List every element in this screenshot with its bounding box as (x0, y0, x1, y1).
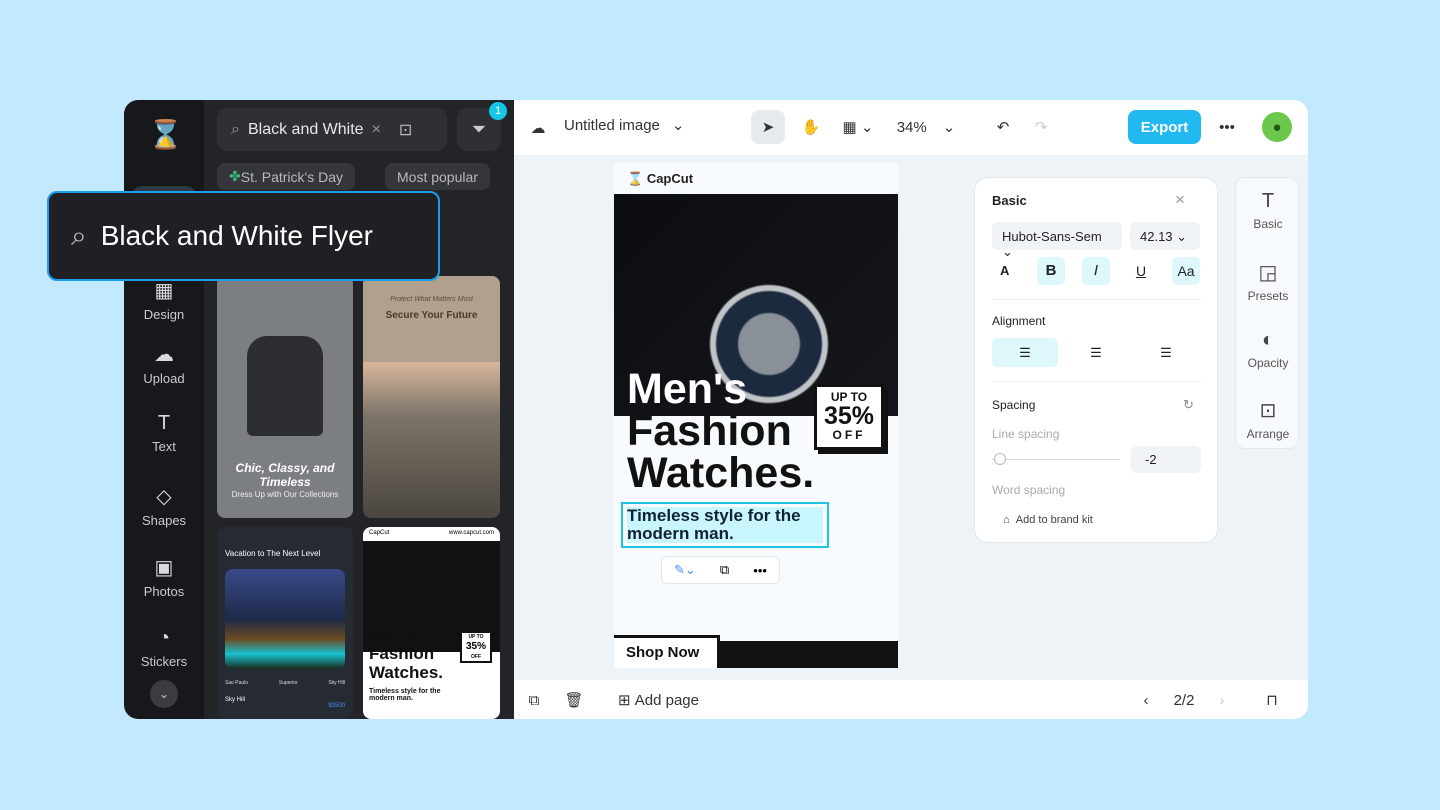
shop-now-button: Shop Now (614, 635, 720, 668)
text-context-toolbar: ✎⌄ ⧉ ••• (661, 556, 780, 584)
tab-arrange[interactable]: ⊡ Arrange (1236, 398, 1300, 441)
arrange-icon: ⊡ (1259, 400, 1277, 422)
underline-button[interactable]: U (1127, 257, 1155, 285)
tab-presets[interactable]: ◲ Presets (1236, 260, 1300, 303)
document-title[interactable]: Untitled image ⌄ (564, 116, 685, 135)
villa-image (225, 569, 345, 669)
chevron-down-icon: ⌄ (671, 117, 685, 134)
filter-button[interactable]: ⏷ 1 (457, 102, 507, 151)
pages-panel-icon[interactable]: ⊓ (1260, 688, 1284, 712)
magic-edit-icon[interactable]: ✎⌄ (674, 562, 696, 578)
opacity-icon: ◐ (1261, 329, 1275, 351)
template-card[interactable]: Vacation to The Next Level Sao Paulo Supe… (217, 527, 353, 719)
text-icon: T (157, 412, 171, 434)
rail-item-shapes[interactable]: ◇ Shapes (124, 484, 204, 528)
clover-icon: ✤ (229, 168, 241, 184)
property-tabs: T Basic ◲ Presets ◐ Opacity ⊡ Arrange (1235, 177, 1299, 449)
text-properties-panel: Basic × Hubot-Sans-Sem ⌄ 42.13 ⌄ A B I U… (974, 177, 1218, 543)
add-page-button[interactable]: ⊞ Add page (618, 688, 699, 712)
capcut-logo[interactable]: ⌛ (148, 118, 183, 151)
undo-icon[interactable]: ↶ (988, 110, 1018, 144)
filter-badge: 1 (489, 102, 507, 120)
rail-item-upload[interactable]: ☁ Upload (124, 342, 204, 386)
template-search-input[interactable]: ⌕ Black and White × ⊡ (217, 108, 447, 151)
more-icon[interactable]: ••• (753, 563, 767, 578)
delete-icon[interactable]: 🗑 (562, 688, 586, 712)
tab-basic[interactable]: T Basic (1236, 190, 1300, 231)
avatar[interactable]: ● (1262, 112, 1292, 142)
rail-item-design[interactable]: ▦ Design (124, 278, 204, 322)
case-button[interactable]: Aa (1172, 257, 1200, 285)
line-spacing-input[interactable]: -2 (1131, 446, 1201, 473)
next-page-icon[interactable]: › (1210, 688, 1234, 712)
rail-item-text[interactable]: T Text (124, 412, 204, 454)
template-card[interactable]: Chic, Classy, and Timeless Dress Up with… (217, 276, 353, 518)
italic-button[interactable]: I (1082, 257, 1110, 285)
template-card[interactable]: Protect What Matters Most Secure Your Fu… (363, 276, 500, 518)
upload-icon: ☁ (154, 344, 174, 366)
align-left-button[interactable]: ☰ (992, 338, 1058, 367)
flyer-brand: ⌛ CapCut (627, 171, 694, 186)
page-indicator: 2/2 (1173, 691, 1195, 709)
align-right-button[interactable]: ☰ (1133, 338, 1199, 367)
tab-opacity[interactable]: ◐ Opacity (1236, 329, 1300, 370)
headline-line: Men's (627, 365, 748, 413)
search-icon: ⌕ (71, 219, 87, 251)
clear-icon[interactable]: × (372, 121, 381, 139)
headline-line: Fashion (627, 407, 792, 455)
layout-icon[interactable]: ▦ ⌄ (836, 110, 880, 144)
discount-badge: UP TO 35% OFF (814, 384, 884, 450)
prev-page-icon[interactable]: ‹ (1134, 688, 1158, 712)
more-icon[interactable]: ••• (1212, 110, 1242, 144)
flyer-canvas[interactable]: ⌛ CapCut Men's Fashion Watches. UP TO 35… (614, 163, 898, 668)
align-center-button[interactable]: ☰ (1063, 338, 1129, 367)
chevron-down-icon[interactable]: ⌄ (150, 680, 178, 708)
reset-icon[interactable]: ↻ (1183, 397, 1194, 413)
rail-item-stickers[interactable]: ◔ Stickers (124, 627, 204, 669)
hand-tool-icon[interactable]: ✋ (794, 110, 828, 144)
presets-icon: ◲ (1258, 262, 1278, 284)
filter-icon: ⏷ (471, 119, 487, 139)
search-icon: ⌕ (231, 120, 240, 138)
duplicate-icon[interactable]: ⧉ (720, 562, 729, 578)
shapes-icon: ◇ (156, 486, 172, 508)
redo-icon[interactable]: ↷ (1026, 110, 1056, 144)
selected-text-box[interactable]: Timeless style for the modern man. (621, 502, 829, 548)
photos-icon: ▣ (154, 557, 174, 579)
add-to-brand-kit-button[interactable]: ⌂ Add to brand kit (1003, 514, 1093, 526)
font-size-select[interactable]: 42.13 ⌄ (1130, 222, 1200, 250)
bold-button[interactable]: B (1037, 257, 1065, 285)
headline-line: Watches. (627, 449, 815, 497)
chip-most-popular[interactable]: Most popular (385, 163, 490, 190)
template-card[interactable]: CapCut www.capcut.com Men's Fashion Watch… (363, 527, 500, 719)
select-tool[interactable]: ➤ (751, 110, 785, 144)
chip-st-patricks[interactable]: ✤ St. Patrick's Day (217, 163, 355, 190)
bottom-bar: ⧉ 🗑 ⊞ Add page ‹ 2/2 › ⊓ (514, 680, 1308, 719)
export-button[interactable]: Export (1128, 110, 1201, 144)
rail-item-photos[interactable]: ▣ Photos (124, 555, 204, 599)
line-spacing-slider[interactable] (992, 459, 1120, 460)
duplicate-page-icon[interactable]: ⧉ (522, 688, 546, 712)
image-search-icon[interactable]: ⊡ (399, 120, 412, 140)
top-toolbar: ☁ Untitled image ⌄ ➤ ✋ ▦ ⌄ 34% ⌄ ↶ ↷ Expor… (514, 100, 1308, 155)
close-icon[interactable]: × (1175, 190, 1185, 210)
search-callout: ⌕ Black and White Flyer (47, 191, 440, 281)
design-icon: ▦ (154, 280, 174, 302)
text-color-icon[interactable]: A (1000, 263, 1009, 278)
font-select[interactable]: Hubot-Sans-Sem ⌄ (992, 222, 1122, 259)
cloud-save-icon[interactable]: ☁ (526, 116, 550, 140)
slider-handle[interactable] (994, 453, 1006, 465)
zoom-select[interactable]: 34% ⌄ (886, 110, 966, 144)
stickers-icon: ◔ (157, 627, 171, 649)
locations: Sao Paulo Superior Sky Hill (225, 680, 345, 686)
jacket-image (247, 336, 323, 436)
